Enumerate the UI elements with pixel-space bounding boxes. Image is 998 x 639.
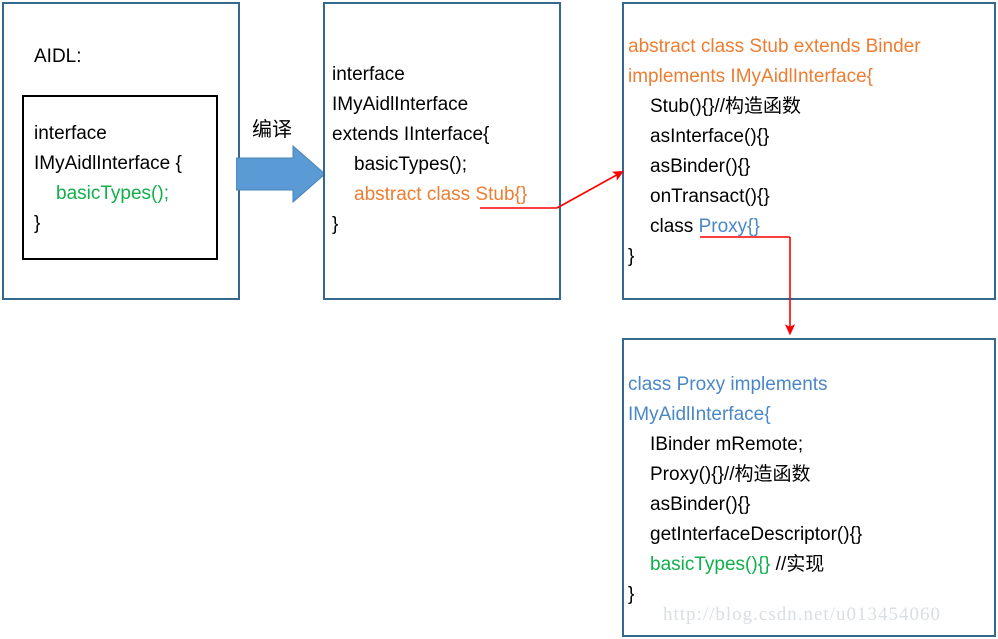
compile-arrow-label: 编译 (252, 117, 292, 141)
aidl-generation-diagram: AIDL: interface IMyAidlInterface { basicTy… (0, 0, 998, 639)
code-token: //实现 (770, 554, 825, 575)
code-block-proxy: class Proxy implements IMyAidlInterface{ I… (628, 370, 862, 610)
code-token: Stub(){}//构造函数 (650, 96, 801, 117)
code-token: } (34, 213, 41, 234)
code-line: onTransact(){} (628, 182, 921, 212)
code-token: implements IMyAidlInterface{ (628, 66, 873, 87)
code-line: getInterfaceDescriptor(){} (628, 520, 862, 550)
aidl-code-box: interface IMyAidlInterface { basicTypes();… (22, 95, 218, 260)
code-line: IMyAidlInterface (332, 90, 527, 120)
code-line: IMyAidlInterface { (34, 149, 182, 179)
compile-arrow-icon (236, 144, 326, 204)
code-token: asBinder(){} (650, 156, 751, 177)
code-token: abstract class Stub{} (354, 184, 528, 205)
code-line: basicTypes(){} //实现 (628, 550, 862, 580)
code-line: basicTypes(); (34, 179, 182, 209)
code-token: getInterfaceDescriptor(){} (650, 524, 863, 545)
code-line: basicTypes(); (332, 150, 527, 180)
code-line: IBinder mRemote; (628, 430, 862, 460)
code-line: abstract class Stub{} (332, 180, 527, 210)
code-token: } (628, 584, 635, 605)
code-token: Proxy(){}//构造函数 (650, 464, 811, 485)
code-line: } (628, 242, 921, 272)
code-token: abstract class Stub extends Binder (628, 36, 921, 57)
code-token: class (650, 216, 699, 237)
code-token: } (628, 246, 635, 267)
code-line: abstract class Stub extends Binder (628, 32, 921, 62)
code-block-aidl: interface IMyAidlInterface { basicTypes();… (34, 119, 182, 239)
code-line: } (34, 209, 182, 239)
code-line: } (332, 210, 527, 240)
code-token: IMyAidlInterface (332, 94, 469, 115)
code-token: Proxy{} (698, 216, 760, 237)
aidl-label: AIDL: (34, 46, 82, 67)
code-token: } (332, 214, 339, 235)
code-token: basicTypes(){} (650, 554, 771, 575)
code-line: class Proxy implements (628, 370, 862, 400)
code-line: implements IMyAidlInterface{ (628, 62, 921, 92)
code-line: asBinder(){} (628, 152, 921, 182)
code-token: IBinder mRemote; (650, 434, 804, 455)
code-block-interface: interface IMyAidlInterface extends IInterf… (332, 60, 527, 240)
code-line: interface (332, 60, 527, 90)
code-token: onTransact(){} (650, 186, 770, 207)
code-token: class Proxy implements (628, 374, 828, 395)
code-token: asInterface(){} (650, 126, 770, 147)
code-line: asBinder(){} (628, 490, 862, 520)
code-token: interface (34, 123, 107, 144)
code-line: IMyAidlInterface{ (628, 400, 862, 430)
code-token: IMyAidlInterface { (34, 153, 182, 174)
code-line: asInterface(){} (628, 122, 921, 152)
code-line: Stub(){}//构造函数 (628, 92, 921, 122)
code-line: interface (34, 119, 182, 149)
code-line: class Proxy{} (628, 212, 921, 242)
code-token: interface (332, 64, 405, 85)
code-token: basicTypes(); (56, 183, 169, 204)
watermark-text: http://blog.csdn.net/u013454060 (663, 604, 941, 625)
code-line: Proxy(){}//构造函数 (628, 460, 862, 490)
code-token: basicTypes(); (354, 154, 467, 175)
code-line: extends IInterface{ (332, 120, 527, 150)
code-token: extends IInterface{ (332, 124, 490, 145)
code-block-stub: abstract class Stub extends Binder implem… (628, 32, 921, 272)
code-token: asBinder(){} (650, 494, 751, 515)
panel-aidl-source: AIDL: interface IMyAidlInterface { basicTy… (2, 2, 240, 300)
code-token: IMyAidlInterface{ (628, 404, 771, 425)
